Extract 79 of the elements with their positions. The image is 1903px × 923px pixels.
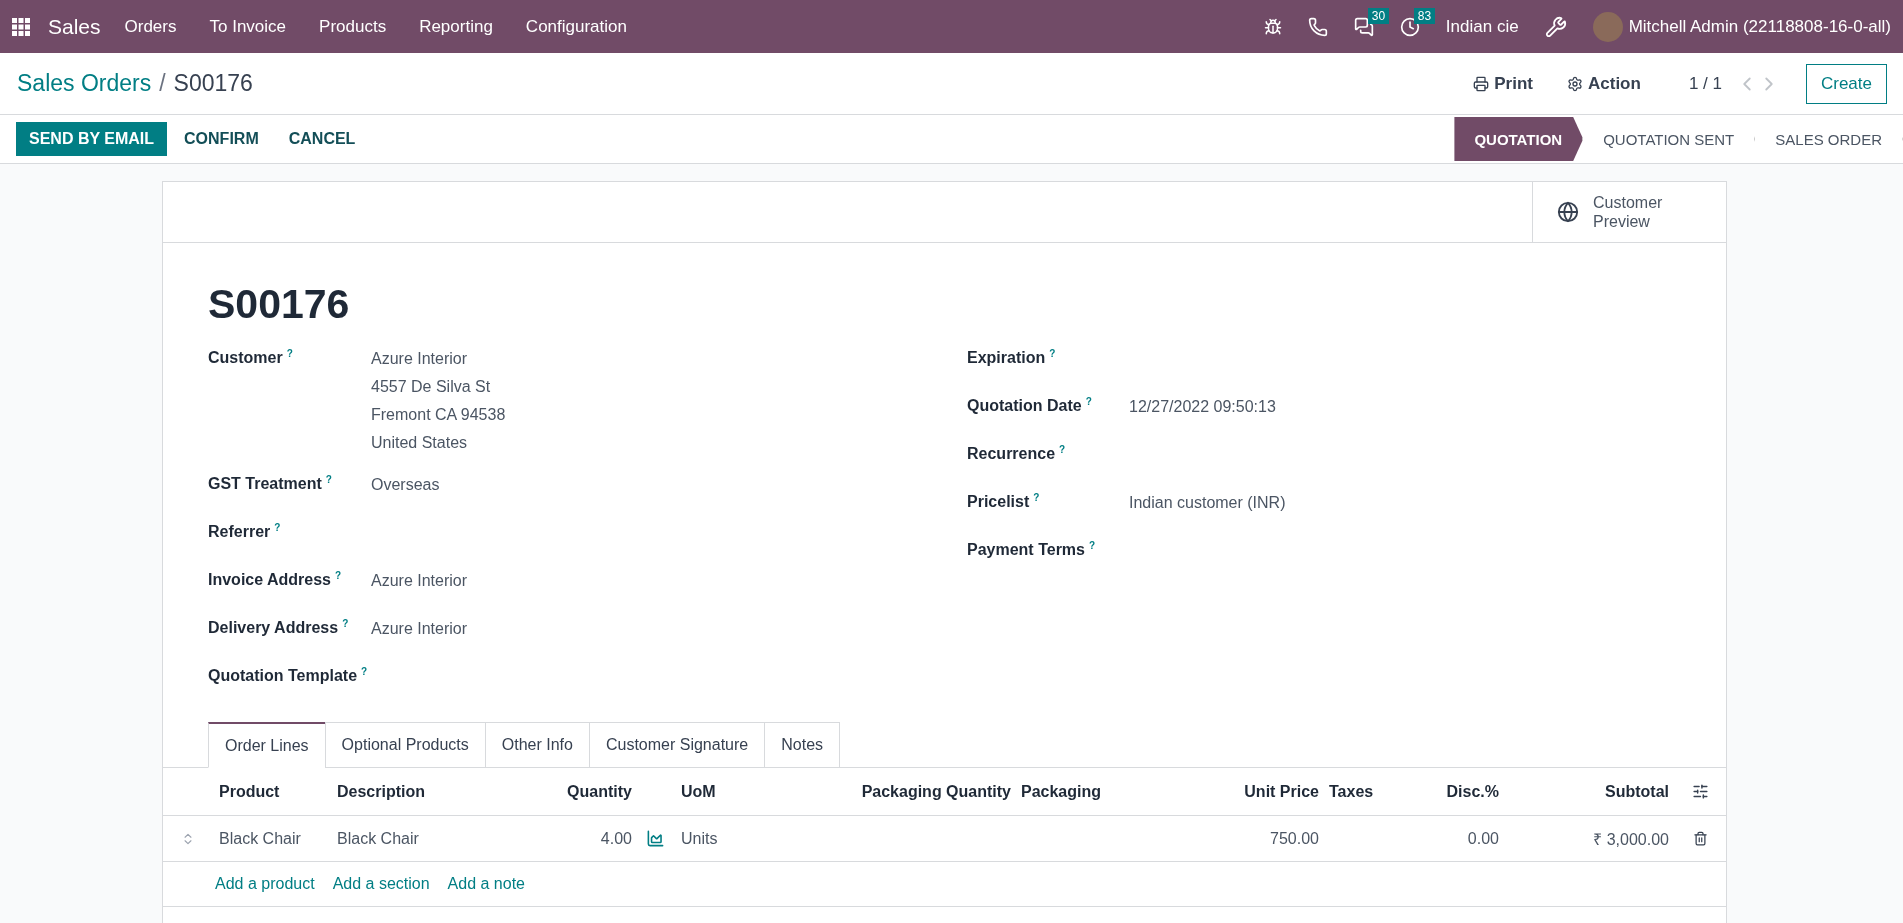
table-cell-text: Black Chair: [218, 829, 302, 848]
breadcrumb-item: S00176: [173, 70, 253, 97]
chat-icon[interactable]: [1353, 16, 1374, 37]
table-cell-text: ₹ 3,000.00: [1592, 829, 1670, 850]
globe-icon: [1557, 201, 1579, 223]
column-header[interactable]: Disc.%: [1403, 782, 1503, 801]
breadcrumb-separator: /: [159, 70, 166, 97]
clock-icon[interactable]: [1399, 16, 1420, 37]
bug-icon[interactable]: [1263, 17, 1282, 36]
add-line-link[interactable]: Add a section: [332, 875, 430, 893]
field-label: Quotation Template $^{?}$: [208, 666, 369, 687]
status-step[interactable]: QUOTATION: [1454, 117, 1584, 161]
menu-item[interactable]: Configuration: [525, 16, 627, 37]
column-settings-icon[interactable]: [1692, 783, 1709, 800]
apps-grid-icon[interactable]: [12, 17, 30, 36]
tools-icon[interactable]: [1544, 15, 1567, 38]
table-cell-text: 4.00: [599, 829, 633, 848]
app-name[interactable]: Sales: [48, 14, 101, 39]
menu-item[interactable]: To Invoice: [209, 16, 287, 37]
gear-icon: [1567, 75, 1583, 92]
field-value: Fremont CA 94538: [371, 405, 507, 425]
activity-count: 83: [1413, 7, 1436, 24]
field-value: United States: [371, 433, 469, 453]
company-name[interactable]: Indian cie: [1445, 16, 1519, 37]
column-header[interactable]: Taxes: [1323, 782, 1403, 801]
field-label: Payment Terms $^{?}$: [967, 540, 1097, 561]
column-header[interactable]: Description: [331, 782, 481, 801]
breadcrumb-item[interactable]: Sales Orders: [17, 70, 152, 97]
field-label: Recurrence $^{?}$: [967, 444, 1067, 465]
field-label: Quotation Date $^{?}$: [967, 396, 1093, 417]
table-cell-text: 0.00: [1466, 829, 1500, 848]
tab[interactable]: Order Lines: [208, 722, 326, 768]
tab[interactable]: Notes: [764, 722, 841, 768]
user-name[interactable]: Mitchell Admin (22118808-16-0-all): [1628, 16, 1891, 37]
field-label: Expiration $^{?}$: [967, 348, 1057, 369]
field-value: Azure Interior: [371, 571, 469, 591]
table-cell-text: Units: [680, 829, 719, 848]
add-line-link[interactable]: Add a note: [447, 875, 525, 893]
menu-item[interactable]: Orders: [124, 16, 177, 37]
field-value: Azure Interior: [371, 349, 469, 369]
table-cell-text: Black Chair: [336, 829, 420, 848]
table-cell-text: 750.00: [1269, 829, 1320, 848]
message-count: 30: [1367, 7, 1390, 24]
column-header[interactable]: Quantity: [481, 782, 636, 801]
column-header[interactable]: Subtotal: [1503, 782, 1673, 801]
menu-item[interactable]: Products: [319, 16, 387, 37]
order-title: S00176: [208, 281, 351, 328]
column-header[interactable]: Product: [213, 782, 331, 801]
field-value: 12/27/2022 09:50:13: [1129, 397, 1277, 417]
action-button[interactable]: Action: [1561, 72, 1647, 95]
area-chart-icon[interactable]: [646, 829, 665, 848]
phone-icon[interactable]: [1307, 16, 1328, 37]
column-header[interactable]: UoM: [675, 782, 843, 801]
field-label: Customer $^{?}$: [208, 348, 294, 369]
field-value: Indian customer (INR): [1129, 493, 1287, 513]
field-value: 4557 De Silva St: [371, 377, 492, 397]
create-button[interactable]: Create: [1805, 63, 1887, 104]
action-button[interactable]: SEND BY EMAIL: [16, 122, 168, 156]
menu-item[interactable]: Reporting: [419, 16, 493, 37]
field-value: Azure Interior: [371, 619, 469, 639]
field-label: Pricelist $^{?}$: [967, 492, 1041, 513]
action-button[interactable]: CONFIRM: [171, 122, 272, 156]
add-line-link[interactable]: Add a product: [215, 875, 315, 893]
column-header[interactable]: Packaging Quantity: [843, 782, 1015, 801]
column-header[interactable]: Packaging: [1015, 782, 1163, 801]
field-value: Overseas: [371, 475, 441, 495]
field-label: GST Treatment $^{?}$: [208, 474, 333, 495]
field-label: Referrer $^{?}$: [208, 522, 282, 543]
field-label: Delivery Address $^{?}$: [208, 618, 350, 639]
action-button[interactable]: CANCEL: [275, 122, 369, 156]
status-step[interactable]: SALES ORDER: [1755, 117, 1903, 161]
field-label: Invoice Address $^{?}$: [208, 570, 343, 591]
delete-icon[interactable]: [1693, 831, 1708, 846]
pager: 1 / 1: [1688, 73, 1722, 94]
column-header[interactable]: Unit Price: [1163, 782, 1323, 801]
tab[interactable]: Optional Products: [324, 722, 486, 768]
status-step[interactable]: QUOTATION SENT: [1583, 117, 1756, 161]
print-button[interactable]: Print: [1467, 72, 1539, 95]
printer-icon: [1473, 75, 1490, 92]
